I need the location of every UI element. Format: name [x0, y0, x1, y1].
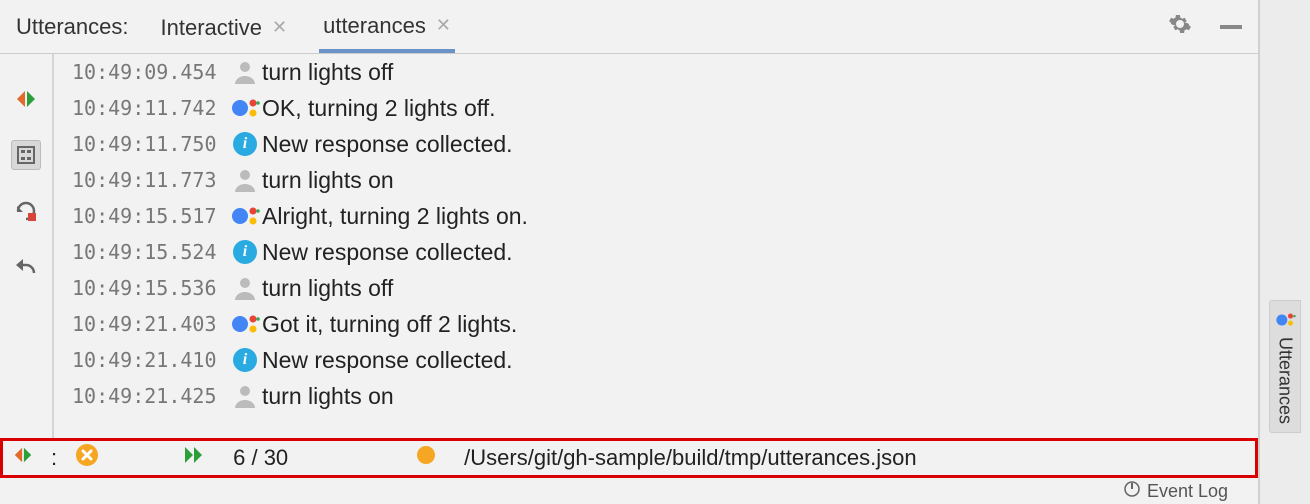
colon-label: : — [51, 445, 57, 471]
right-sidebar: Utterances — [1260, 0, 1310, 504]
log-message: Got it, turning off 2 lights. — [262, 311, 517, 338]
user-icon — [228, 166, 262, 194]
user-icon — [228, 382, 262, 410]
file-path: /Users/git/gh-sample/build/tmp/utterance… — [464, 445, 916, 471]
timestamp: 10:49:11.750 — [72, 132, 228, 156]
log-row[interactable]: 10:49:15.536 turn lights off — [72, 270, 1258, 306]
info-icon: i — [228, 132, 262, 156]
log-message: turn lights on — [262, 167, 394, 194]
log-panel[interactable]: 10:49:09.454 turn lights off 10:49:11.742 O… — [52, 54, 1258, 438]
tab-interactive[interactable]: Interactive ✕ — [157, 3, 292, 51]
event-log-link[interactable]: Event Log — [1147, 481, 1228, 502]
timestamp: 10:49:21.425 — [72, 384, 228, 408]
log-message: New response collected. — [262, 347, 513, 374]
layout-icon[interactable] — [11, 140, 41, 170]
log-message: Alright, turning 2 lights on. — [262, 203, 528, 230]
tab-label: utterances — [323, 13, 426, 39]
tab-utterances[interactable]: utterances ✕ — [319, 1, 455, 53]
tool-window-header: Utterances: Interactive ✕ utterances ✕ — [0, 0, 1258, 54]
log-row[interactable]: 10:49:21.425 turn lights on — [72, 378, 1258, 414]
cancel-icon[interactable] — [75, 443, 99, 473]
swap-icon[interactable] — [11, 84, 41, 114]
log-row[interactable]: 10:49:21.410iNew response collected. — [72, 342, 1258, 378]
undo-icon[interactable] — [11, 252, 41, 282]
refresh-stop-icon[interactable] — [11, 196, 41, 226]
log-row[interactable]: 10:49:15.524iNew response collected. — [72, 234, 1258, 270]
log-message: turn lights on — [262, 383, 394, 410]
log-row[interactable]: 10:49:15.517 Alright, turning 2 lights on… — [72, 198, 1258, 234]
gear-icon[interactable] — [1168, 12, 1192, 41]
timestamp: 10:49:09.454 — [72, 60, 228, 84]
bottom-bar: Event Log — [0, 478, 1258, 504]
log-message: New response collected. — [262, 239, 513, 266]
info-icon: i — [228, 348, 262, 372]
minimize-icon[interactable] — [1220, 25, 1242, 29]
status-bar: : 6 / 30 /Users/git/gh-sample/build/tmp/… — [0, 438, 1258, 478]
close-icon[interactable]: ✕ — [272, 17, 287, 38]
side-tab-label: Utterances — [1275, 337, 1296, 424]
status-dot-icon — [416, 445, 436, 471]
log-message: OK, turning 2 lights off. — [262, 95, 496, 122]
log-row[interactable]: 10:49:21.403 Got it, turning off 2 lights… — [72, 306, 1258, 342]
timestamp: 10:49:11.773 — [72, 168, 228, 192]
timestamp: 10:49:15.517 — [72, 204, 228, 228]
timestamp: 10:49:15.524 — [72, 240, 228, 264]
user-icon — [228, 274, 262, 302]
log-message: turn lights off — [262, 59, 393, 86]
timestamp: 10:49:15.536 — [72, 276, 228, 300]
log-row[interactable]: 10:49:11.742 OK, turning 2 lights off. — [72, 90, 1258, 126]
event-log-icon[interactable] — [1123, 480, 1141, 503]
assistant-icon — [228, 311, 262, 337]
progress-counter: 6 / 30 — [233, 445, 288, 471]
assistant-icon — [228, 203, 262, 229]
log-message: New response collected. — [262, 131, 513, 158]
utterances-side-tab[interactable]: Utterances — [1269, 300, 1301, 433]
swap-icon[interactable] — [13, 445, 33, 471]
log-row[interactable]: 10:49:11.750iNew response collected. — [72, 126, 1258, 162]
tool-window-title: Utterances: — [16, 14, 129, 40]
timestamp: 10:49:21.410 — [72, 348, 228, 372]
log-row[interactable]: 10:49:11.773 turn lights on — [72, 162, 1258, 198]
log-message: turn lights off — [262, 275, 393, 302]
user-icon — [228, 58, 262, 86]
assistant-icon — [228, 95, 262, 121]
timestamp: 10:49:11.742 — [72, 96, 228, 120]
play-icon[interactable] — [183, 445, 205, 471]
info-icon: i — [228, 240, 262, 264]
tab-label: Interactive — [161, 15, 263, 41]
log-row[interactable]: 10:49:09.454 turn lights off — [72, 54, 1258, 90]
timestamp: 10:49:21.403 — [72, 312, 228, 336]
close-icon[interactable]: ✕ — [436, 15, 451, 36]
left-toolbar — [0, 54, 52, 438]
